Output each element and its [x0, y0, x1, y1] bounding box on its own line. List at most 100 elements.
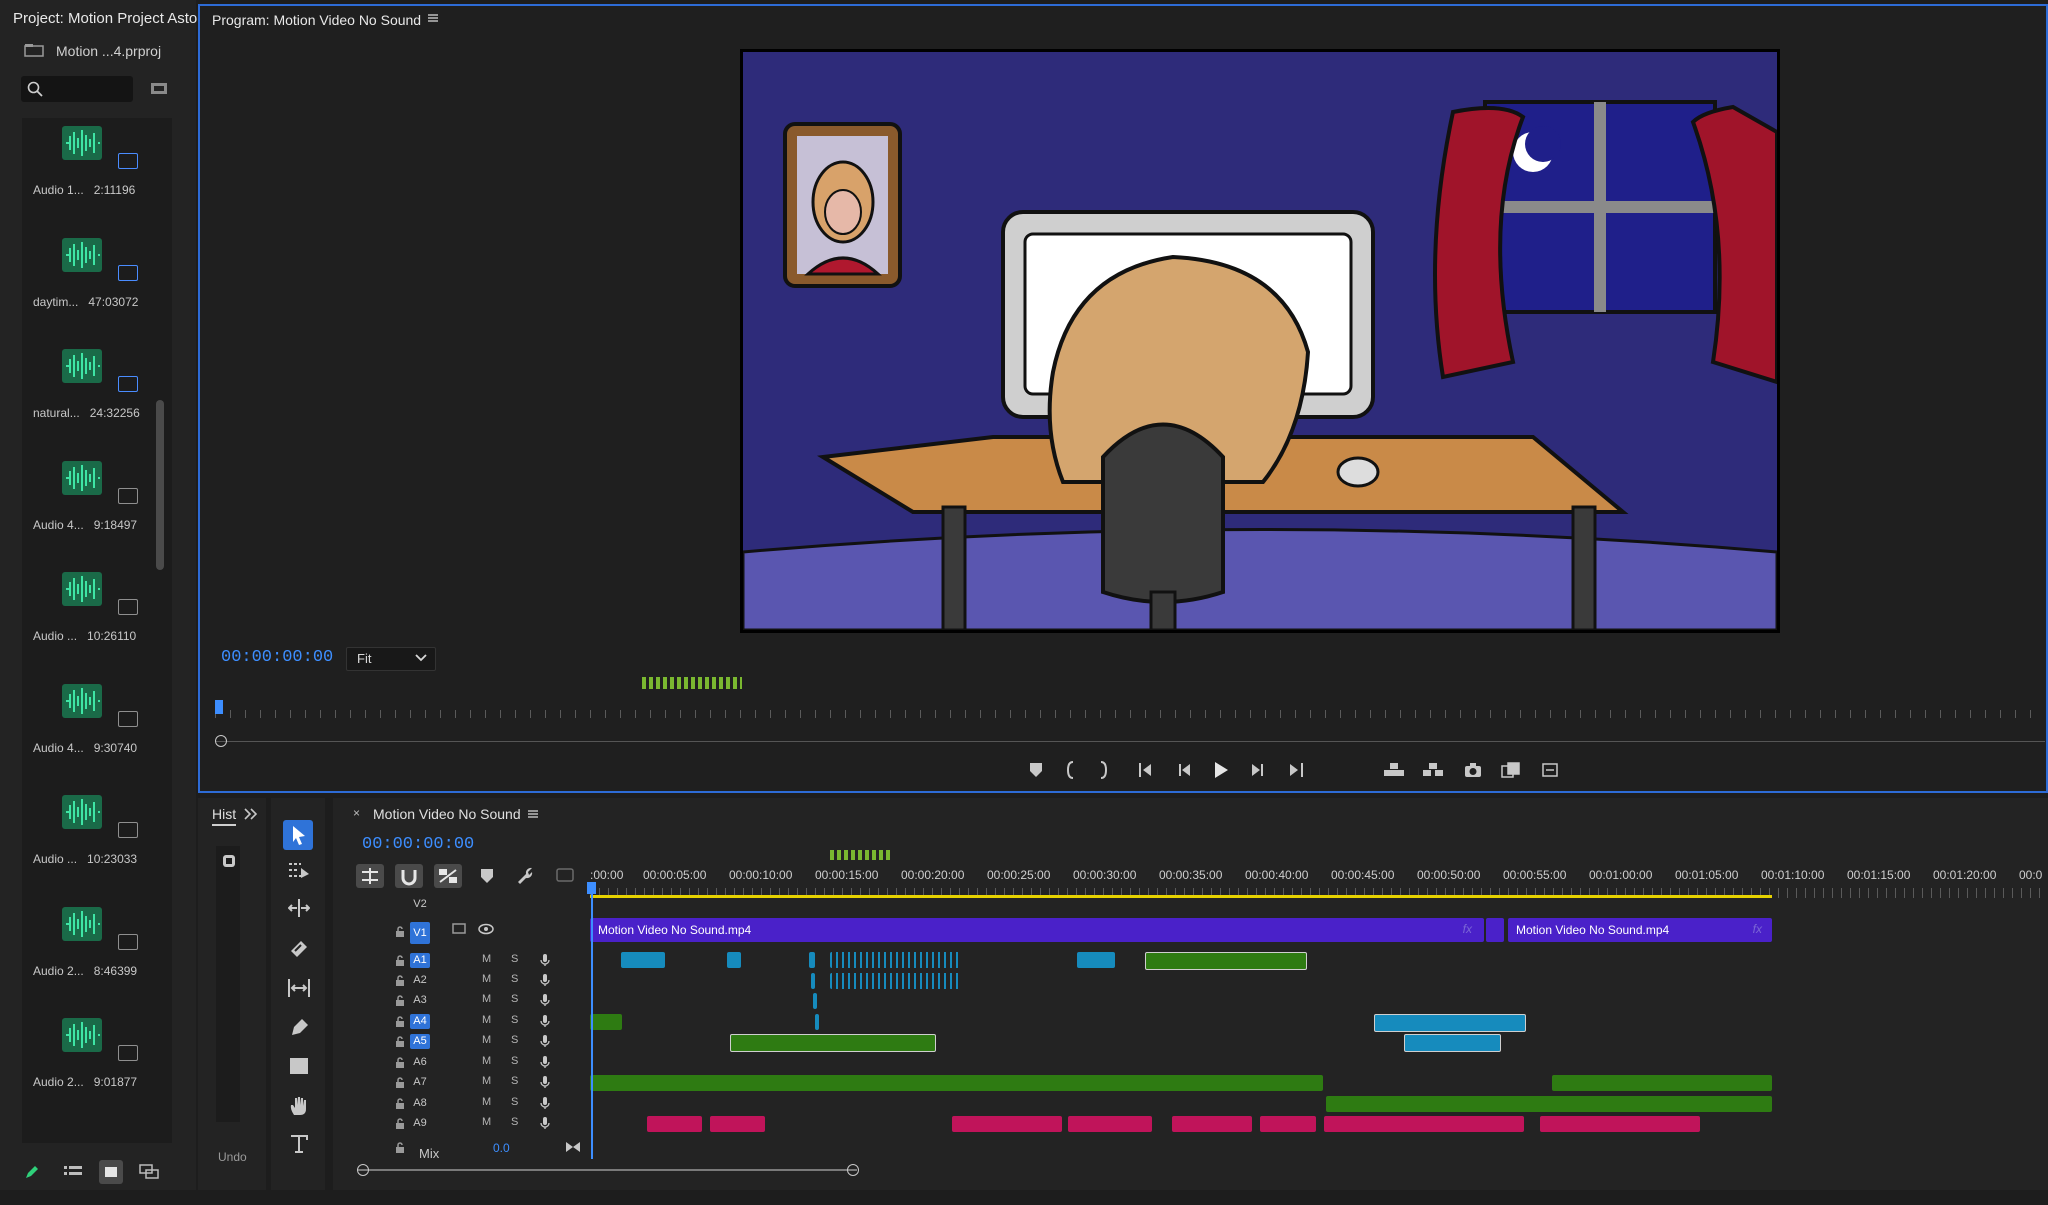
mute-button[interactable]: M	[482, 953, 491, 965]
list-item[interactable]: Audio 1... 2:11196	[0, 118, 196, 228]
mark-in-icon[interactable]	[1065, 761, 1075, 779]
go-to-out-icon[interactable]	[565, 1141, 581, 1153]
audio-clip[interactable]	[730, 1034, 936, 1052]
solo-button[interactable]: S	[511, 1075, 518, 1087]
wrench-icon[interactable]	[516, 866, 534, 884]
mark-out-icon[interactable]	[1099, 761, 1109, 779]
project-search-input[interactable]	[21, 76, 133, 102]
zoom-handle[interactable]	[215, 735, 227, 747]
audio-clip[interactable]	[1068, 1116, 1152, 1132]
audio-clip[interactable]	[1326, 1096, 1772, 1112]
zoom-fit-select[interactable]: Fit	[346, 647, 436, 671]
mute-button[interactable]: M	[482, 993, 491, 1005]
play-icon[interactable]	[1213, 761, 1229, 779]
rectangle-tool-icon[interactable]	[288, 1056, 310, 1076]
audio-clip[interactable]	[809, 952, 815, 968]
ripple-edit-tool-icon[interactable]	[288, 898, 310, 918]
project-scrollbar[interactable]	[156, 400, 164, 570]
scroll-left-handle[interactable]	[357, 1164, 369, 1176]
lock-icon[interactable]	[395, 926, 405, 938]
captions-icon[interactable]	[556, 868, 574, 882]
lock-icon[interactable]	[395, 1077, 405, 1089]
video-clip[interactable]: Motion Video No Sound.mp4 fx	[590, 918, 1484, 942]
program-time-ruler[interactable]	[215, 700, 2045, 718]
list-item[interactable]: Audio 2... 9:01877	[0, 1010, 196, 1120]
selection-tool-icon[interactable]	[283, 820, 313, 850]
list-item[interactable]: Audio 2... 8:46399	[0, 899, 196, 1009]
add-marker-icon[interactable]	[1029, 762, 1043, 778]
scroll-right-handle[interactable]	[847, 1164, 859, 1176]
mute-button[interactable]: M	[482, 1055, 491, 1067]
microphone-icon[interactable]	[540, 1075, 550, 1089]
audio-clip[interactable]	[1552, 1075, 1772, 1091]
hand-tool-icon[interactable]	[288, 1095, 310, 1117]
list-item[interactable]: Audio 4... 9:18497	[0, 453, 196, 563]
mix-volume-value[interactable]: 0.0	[493, 1141, 510, 1155]
linked-selection-icon[interactable]	[434, 864, 462, 888]
add-marker-icon[interactable]	[480, 868, 494, 884]
snap-icon[interactable]	[395, 864, 423, 888]
track-v2-label[interactable]: V2	[410, 897, 430, 912]
lock-icon[interactable]	[395, 955, 405, 967]
microphone-icon[interactable]	[540, 1014, 550, 1028]
lock-icon[interactable]	[395, 1036, 405, 1048]
razor-tool-icon[interactable]	[288, 938, 310, 958]
history-undo-label[interactable]: Undo	[218, 1150, 247, 1164]
audio-clip[interactable]	[1172, 1116, 1252, 1132]
playhead-handle[interactable]	[587, 882, 596, 894]
solo-button[interactable]: S	[511, 953, 518, 965]
audio-clip[interactable]	[830, 973, 960, 989]
audio-clip[interactable]	[647, 1116, 702, 1132]
track-select-tool-icon[interactable]	[288, 860, 310, 880]
lock-icon[interactable]	[395, 1142, 405, 1154]
pencil-icon[interactable]	[24, 1164, 40, 1180]
solo-button[interactable]: S	[511, 1116, 518, 1128]
sync-lock-icon[interactable]	[452, 922, 466, 934]
lock-icon[interactable]	[395, 995, 405, 1007]
mute-button[interactable]: M	[482, 1014, 491, 1026]
list-item[interactable]: daytim... 47:03072	[0, 230, 196, 340]
microphone-icon[interactable]	[540, 1055, 550, 1069]
eye-icon[interactable]	[478, 923, 494, 935]
audio-clip[interactable]	[1540, 1116, 1700, 1132]
new-bin-icon[interactable]	[150, 81, 168, 95]
track-v1-label[interactable]: V1	[410, 922, 430, 944]
lock-icon[interactable]	[395, 1118, 405, 1130]
comparison-view-icon[interactable]	[1501, 762, 1521, 778]
audio-clip[interactable]	[1404, 1034, 1501, 1052]
step-back-icon[interactable]	[1178, 762, 1192, 778]
program-timecode[interactable]: 00:00:00:00	[221, 648, 333, 667]
list-item[interactable]: Audio ... 10:23033	[0, 787, 196, 897]
audio-clip[interactable]	[830, 952, 960, 968]
list-item[interactable]: natural... 24:32256	[0, 341, 196, 451]
audio-clip[interactable]	[590, 1075, 1323, 1091]
audio-clip[interactable]	[815, 1014, 819, 1030]
pen-tool-icon[interactable]	[288, 1017, 310, 1037]
audio-clip[interactable]	[1260, 1116, 1316, 1132]
solo-button[interactable]: S	[511, 1014, 518, 1026]
audio-clip[interactable]	[590, 1014, 622, 1030]
list-item[interactable]: Audio 4... 9:30740	[0, 676, 196, 786]
microphone-icon[interactable]	[540, 993, 550, 1007]
export-frame-icon[interactable]	[1464, 762, 1482, 778]
microphone-icon[interactable]	[540, 1034, 550, 1048]
freeform-view-icon[interactable]	[139, 1164, 161, 1180]
timeline-sequence-tab[interactable]: Motion Video No Sound	[373, 806, 521, 822]
audio-clip[interactable]	[1324, 1116, 1524, 1132]
audio-clip[interactable]	[1145, 952, 1307, 970]
timeline-playhead[interactable]	[591, 884, 593, 1159]
program-playhead[interactable]	[215, 700, 223, 714]
microphone-icon[interactable]	[540, 953, 550, 967]
microphone-icon[interactable]	[540, 1116, 550, 1130]
lock-icon[interactable]	[395, 1098, 405, 1110]
mute-button[interactable]: M	[482, 973, 491, 985]
mute-button[interactable]: M	[482, 1116, 491, 1128]
extract-icon[interactable]	[1422, 762, 1444, 778]
audio-clip[interactable]	[813, 993, 817, 1009]
solo-button[interactable]: S	[511, 973, 518, 985]
audio-clip[interactable]	[710, 1116, 765, 1132]
audio-clip[interactable]	[727, 952, 741, 968]
solo-button[interactable]: S	[511, 993, 518, 1005]
audio-clip[interactable]	[952, 1116, 1062, 1132]
type-tool-icon[interactable]	[289, 1134, 309, 1154]
